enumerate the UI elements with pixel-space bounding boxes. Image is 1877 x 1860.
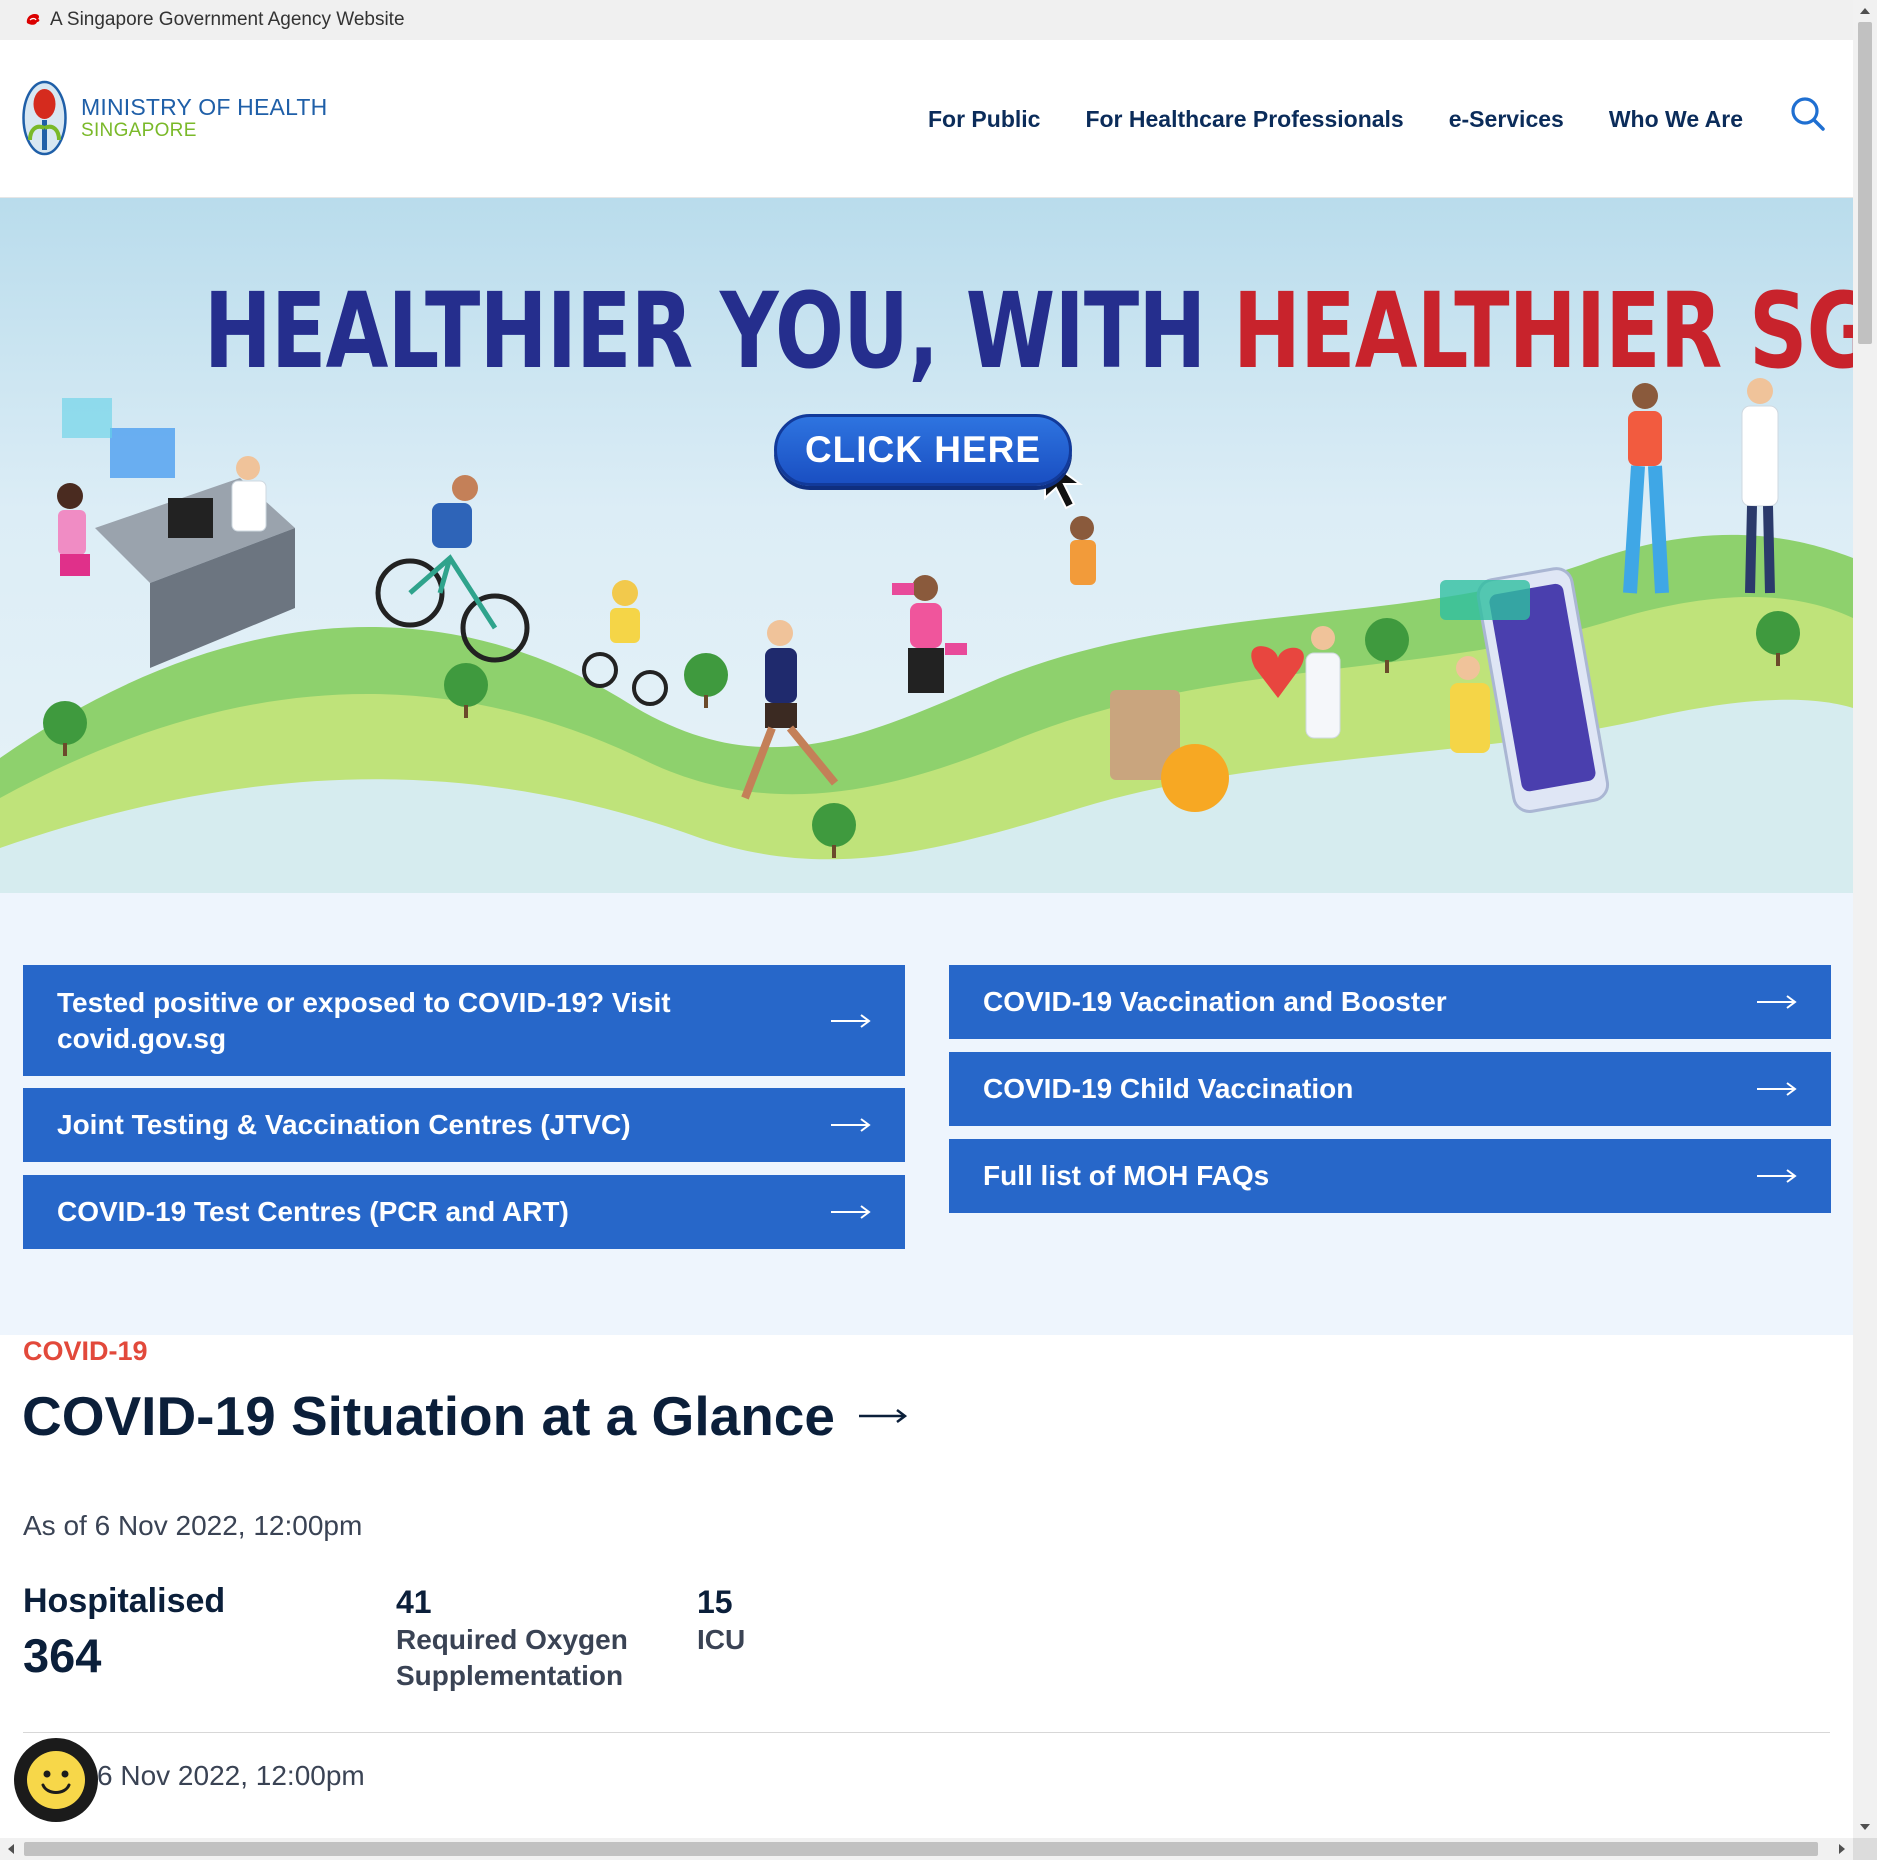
hero-click-here-button[interactable]: CLICK HERE — [774, 414, 1072, 486]
arrow-right-icon — [831, 1118, 871, 1132]
quick-link-covid-gov[interactable]: Tested positive or exposed to COVID-19? … — [23, 965, 905, 1076]
oxygen-value: 41 — [396, 1584, 432, 1620]
logo-line-2: SINGAPORE — [81, 120, 197, 142]
arrow-right-icon — [1757, 1169, 1797, 1183]
moh-emblem-icon — [22, 80, 67, 156]
hero-banner[interactable]: HEALTHIER YOU, WITH HEALTHIER SG CLICK H… — [0, 198, 1853, 893]
main-nav: For Public For Healthcare Professionals … — [928, 106, 1743, 133]
moh-logo[interactable]: MINISTRY OF HEALTH SINGAPORE — [22, 80, 327, 156]
hero-title-part-1: HEALTHIER YOU, WITH — [203, 270, 1233, 392]
quick-link-test-centres[interactable]: COVID-19 Test Centres (PCR and ART) — [23, 1175, 905, 1249]
scroll-up-arrow-icon[interactable] — [1860, 8, 1870, 14]
scrollbar-corner — [1853, 1838, 1877, 1860]
hero-title: HEALTHIER YOU, WITH HEALTHIER SG — [203, 270, 1853, 392]
icu-label: ICU — [697, 1624, 746, 1655]
vertical-scrollbar-thumb[interactable] — [1858, 22, 1872, 344]
scroll-left-arrow-icon[interactable] — [8, 1844, 14, 1854]
arrow-right-icon — [858, 1409, 907, 1423]
quick-link-label: Full list of MOH FAQs — [983, 1160, 1270, 1191]
quick-link-label: Tested positive or exposed to COVID-19? … — [57, 986, 671, 1054]
section-title: COVID-19 Situation at a Glance — [22, 1385, 835, 1447]
nav-for-public[interactable]: For Public — [928, 106, 1040, 133]
quick-link-jtvc[interactable]: Joint Testing & Vaccination Centres (JTV… — [23, 1088, 905, 1162]
as-of-timestamp-2-text: 6 Nov 2022, 12:00pm — [97, 1760, 365, 1791]
quick-link-label: COVID-19 Vaccination and Booster — [983, 986, 1447, 1017]
arrow-right-icon — [1757, 995, 1797, 1009]
icu-value: 15 — [697, 1584, 733, 1620]
quick-link-label: Joint Testing & Vaccination Centres (JTV… — [57, 1109, 631, 1140]
oxygen-label-line-2: Supplementation — [396, 1660, 624, 1691]
arrow-right-icon — [831, 1205, 871, 1219]
oxygen-stat: 41 Required Oxygen Supplementation — [396, 1584, 628, 1694]
nav-e-services[interactable]: e-Services — [1449, 106, 1564, 133]
smiley-face-icon — [27, 1751, 85, 1809]
hospitalised-value: 364 — [23, 1629, 102, 1682]
quick-link-vaccination-booster[interactable]: COVID-19 Vaccination and Booster — [949, 965, 1831, 1039]
site-header: MINISTRY OF HEALTH SINGAPORE For Public … — [0, 40, 1853, 198]
scroll-down-arrow-icon[interactable] — [1860, 1824, 1870, 1830]
scroll-right-arrow-icon[interactable] — [1839, 1844, 1845, 1854]
arrow-right-icon — [1757, 1082, 1797, 1096]
gov-masthead: A Singapore Government Agency Website — [0, 0, 1853, 40]
section-eyebrow: COVID-19 — [23, 1336, 148, 1366]
quick-link-label: COVID-19 Child Vaccination — [983, 1073, 1354, 1104]
oxygen-label-line-1: Required Oxygen — [396, 1624, 628, 1655]
logo-line-1: MINISTRY OF HEALTH — [81, 93, 328, 120]
as-of-timestamp: As of 6 Nov 2022, 12:00pm — [23, 1510, 363, 1541]
search-icon[interactable] — [1790, 96, 1826, 132]
masthead-text: A Singapore Government Agency Website — [50, 9, 405, 30]
section-divider — [23, 1732, 1830, 1733]
quick-link-child-vaccination[interactable]: COVID-19 Child Vaccination — [949, 1052, 1831, 1126]
nav-who-we-are[interactable]: Who We Are — [1609, 106, 1743, 133]
icu-stat: 15 ICU — [697, 1584, 745, 1658]
nav-for-healthcare-professionals[interactable]: For Healthcare Professionals — [1085, 106, 1403, 133]
quick-link-label: COVID-19 Test Centres (PCR and ART) — [57, 1196, 569, 1227]
arrow-right-icon — [831, 1013, 871, 1028]
hospitalised-label: Hospitalised — [23, 1582, 226, 1620]
vertical-scrollbar[interactable] — [1853, 0, 1877, 1838]
covid-situation-link[interactable]: COVID-19 Situation at a Glance — [22, 1384, 907, 1448]
feedback-widget-button[interactable] — [14, 1738, 98, 1822]
lion-head-icon — [26, 14, 40, 25]
quick-links-section: Tested positive or exposed to COVID-19? … — [0, 893, 1853, 1335]
horizontal-scrollbar-thumb[interactable] — [24, 1842, 1818, 1856]
quick-link-moh-faqs[interactable]: Full list of MOH FAQs — [949, 1139, 1831, 1213]
hero-title-part-2: HEALTHIER SG — [1232, 270, 1853, 392]
horizontal-scrollbar[interactable] — [0, 1838, 1853, 1860]
